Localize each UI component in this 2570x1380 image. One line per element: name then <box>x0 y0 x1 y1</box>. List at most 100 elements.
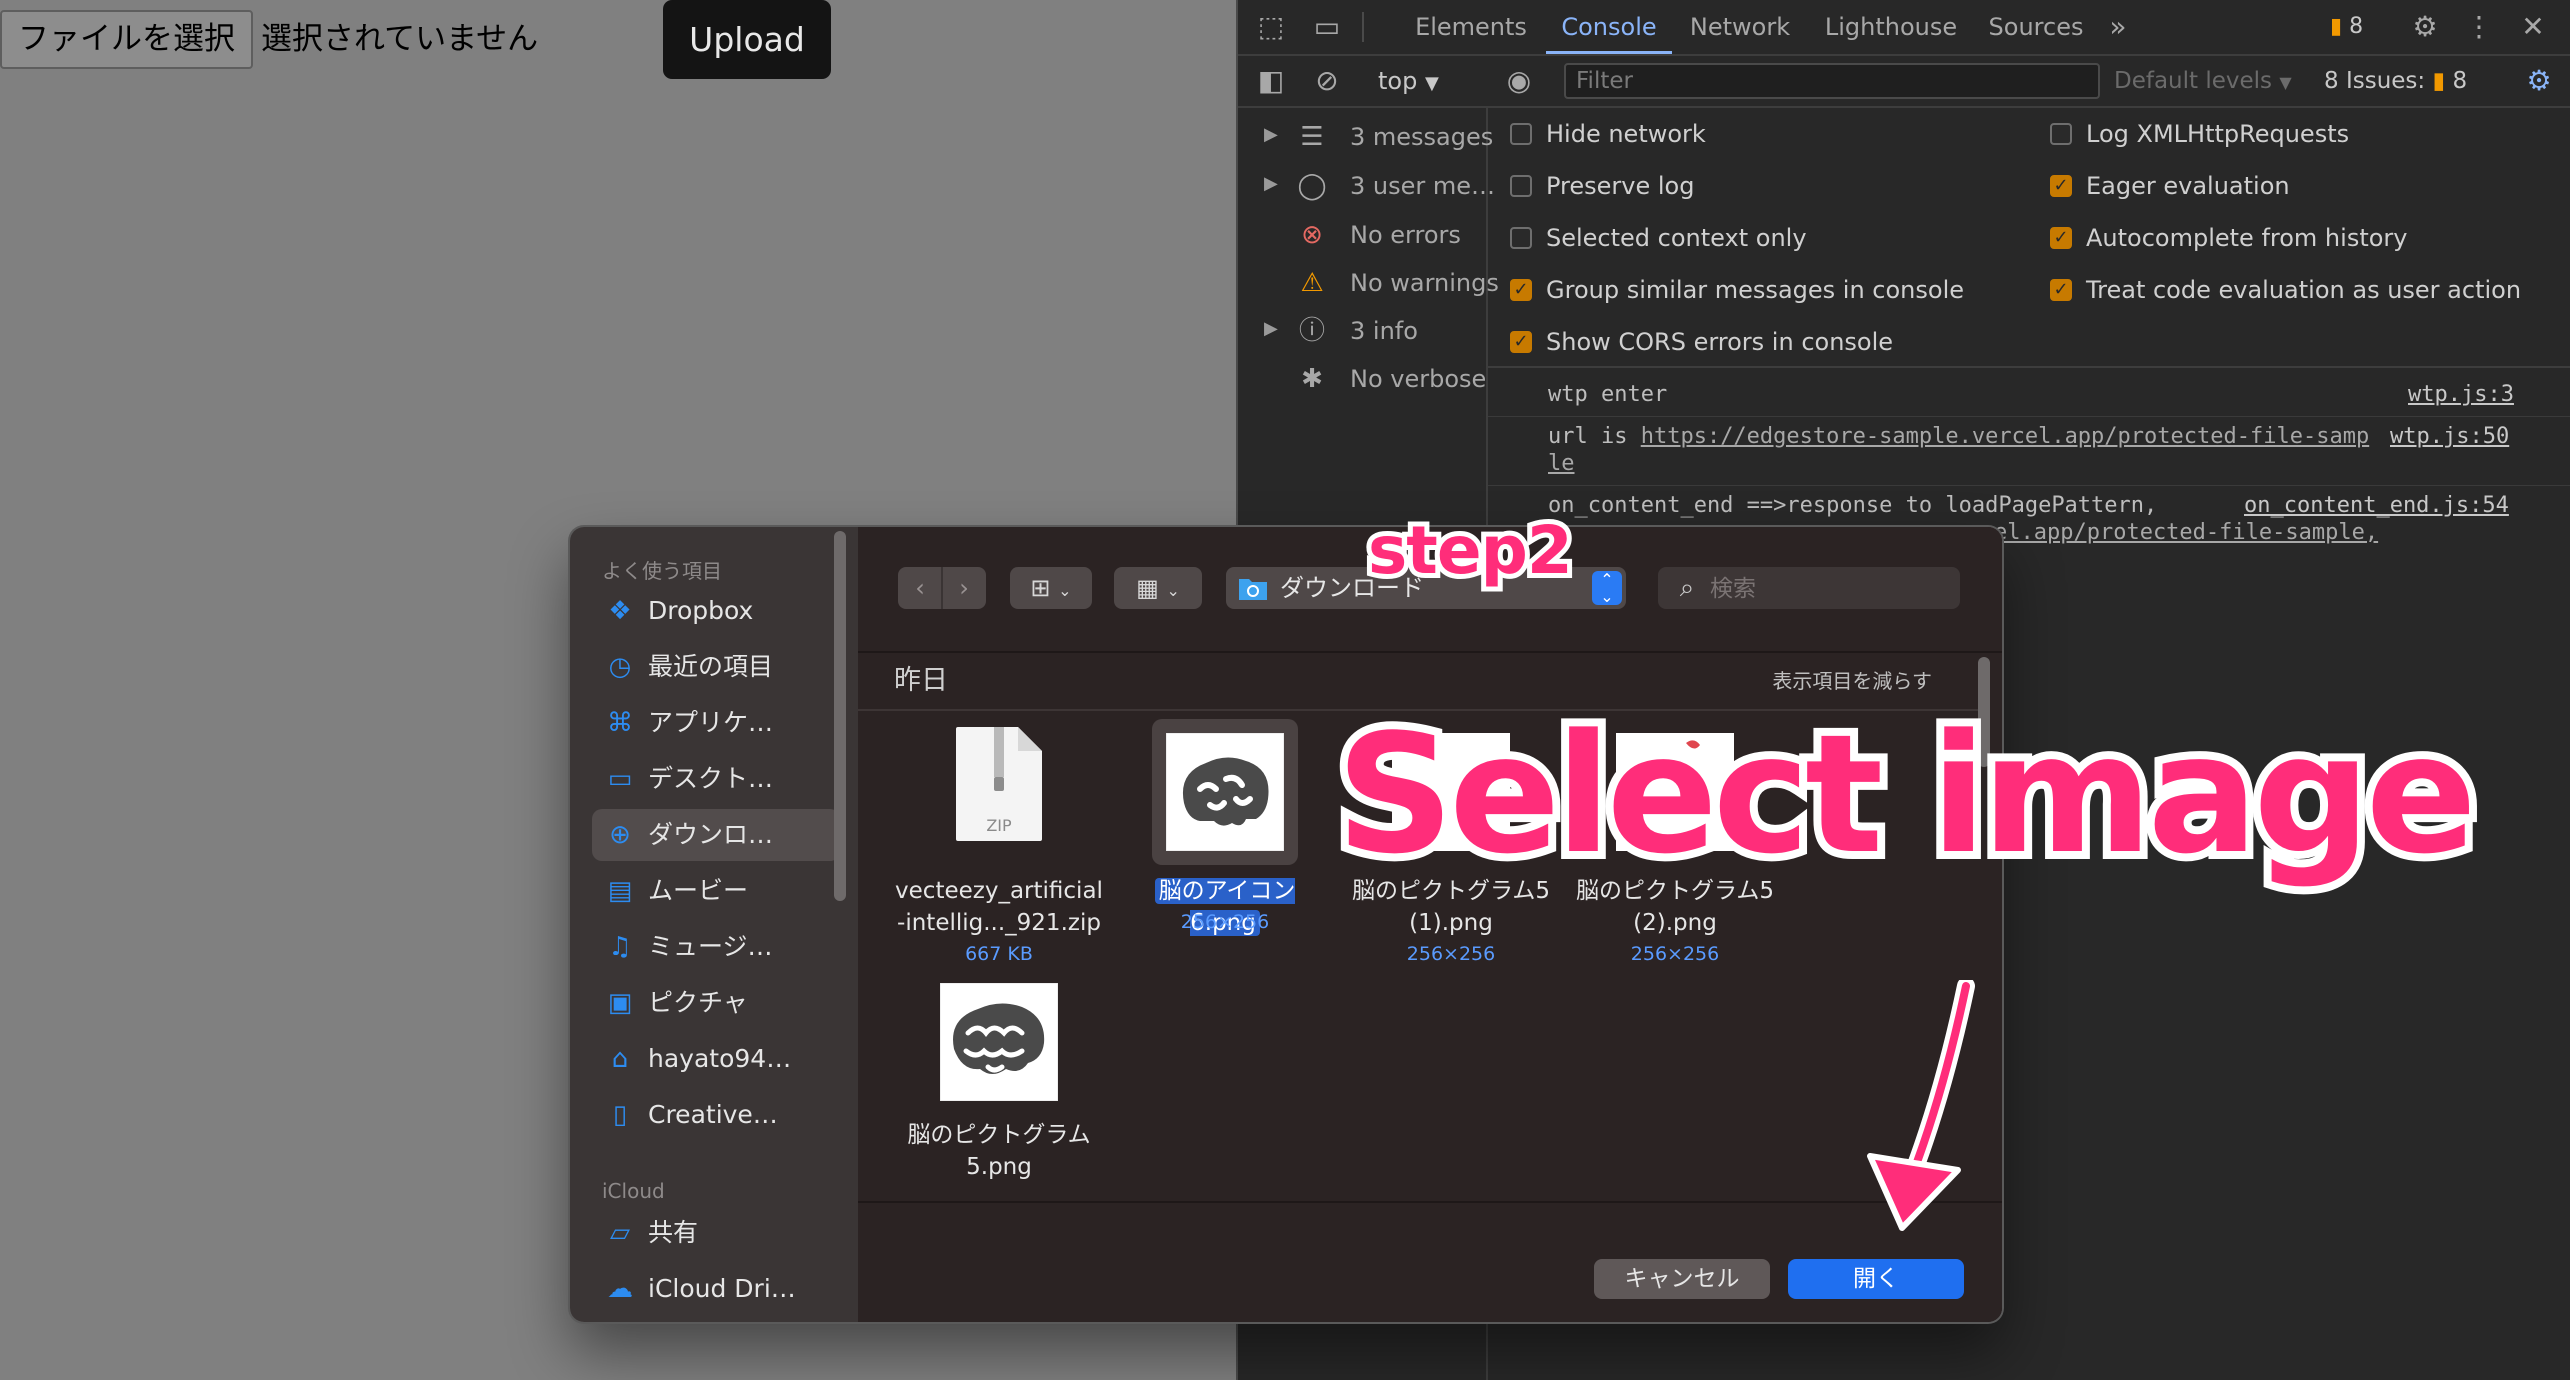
dialog-footer: キャンセル 開く <box>858 1201 2002 1322</box>
settings-gear-icon[interactable]: ⚙ <box>2406 8 2444 46</box>
back-forward-buttons[interactable]: ‹ › <box>898 567 986 609</box>
search-icon: ⌕ <box>1679 573 1695 603</box>
sidebar-item[interactable]: ⌘ アプリケ… <box>592 697 840 749</box>
console-url-link[interactable]: https://edgestore-sample.vercel.app/prot… <box>1641 424 2369 449</box>
file-item[interactable]: 脳のピクトグラム 5.png <box>894 983 1104 1193</box>
sidebar-item[interactable]: ▣ ピクチャ <box>592 977 840 1029</box>
console-filter-item[interactable]: ▶ ☰ 3 messages <box>1238 114 1493 160</box>
view-mode-button[interactable]: ⊞ ⌄ <box>1010 567 1092 609</box>
sidebar-toggle-icon[interactable]: ◧ <box>1252 62 1290 100</box>
unchecked-checkbox-icon[interactable] <box>1510 227 1532 249</box>
file-name: -intellig..._921.zip <box>897 910 1101 936</box>
issues-counter[interactable]: 8 Issues: ▮ 8 <box>2324 56 2467 106</box>
console-settings-gear-icon[interactable]: ⚙ <box>2520 62 2558 100</box>
unchecked-checkbox-icon[interactable] <box>2050 123 2072 145</box>
device-toolbar-icon[interactable]: ▭ <box>1308 8 1346 46</box>
console-filter-input[interactable] <box>1564 63 2100 99</box>
sidebar-item[interactable]: ⌂ hayato94… <box>592 1033 840 1085</box>
up-down-chevron-icon: ⌃ ⌄ <box>1592 571 1622 605</box>
sidebar-item[interactable]: ⊕ ダウンロ… <box>592 809 840 861</box>
console-filter-item[interactable]: ⚠ No warnings <box>1238 260 1499 306</box>
sidebar-item-label: 最近の項目 <box>648 652 774 681</box>
open-button[interactable]: 開く <box>1788 1259 1964 1299</box>
console-filter-item[interactable]: ▶ ⓘ 3 info <box>1238 308 1486 354</box>
tab-elements[interactable]: Elements <box>1396 0 1546 54</box>
arrow-annotation-icon <box>1867 980 1975 1231</box>
upload-button[interactable]: Upload <box>663 0 831 79</box>
file-item-selected[interactable]: 脳のアイコン6.png 256×256 <box>1120 719 1330 945</box>
unchecked-checkbox-icon[interactable] <box>1510 123 1532 145</box>
console-filter-item[interactable]: ▶ ◯ 3 user me… <box>1238 163 1495 209</box>
inspect-element-icon[interactable]: ⬚ <box>1252 8 1290 46</box>
tab-lighthouse[interactable]: Lighthouse <box>1808 0 1974 54</box>
file-item[interactable]: ZIP vecteezy_artificial -intellig..._921… <box>894 725 1104 965</box>
context-selector[interactable]: top ▼ <box>1378 56 1439 106</box>
sidebar-item[interactable]: ▱ 共有 <box>592 1207 840 1259</box>
sidebar-item[interactable]: ♫ ミュージ… <box>592 921 840 973</box>
checked-checkbox-icon[interactable]: ✓ <box>1510 331 1532 353</box>
expand-triangle-icon[interactable]: ▶ <box>1264 173 1278 194</box>
chevron-left-icon[interactable]: ‹ <box>899 567 941 609</box>
console-message-text: url is <box>1548 424 1641 449</box>
console-filter-item[interactable]: ⊗ No errors <box>1238 212 1486 258</box>
sidebar-item-label: ピクチャ <box>648 988 748 1017</box>
step-annotation: step2 <box>1363 507 1578 594</box>
console-source-link[interactable]: on_content_end.js:54 <box>2244 493 2509 518</box>
sidebar-item[interactable]: ▤ ムービー <box>592 865 840 917</box>
clear-console-icon[interactable]: ⊘ <box>1308 62 1346 100</box>
console-url-link[interactable]: el.app/protected-file-sample, <box>1994 520 2378 545</box>
cancel-button[interactable]: キャンセル <box>1594 1259 1770 1299</box>
console-source-link[interactable]: wtp.js:3 <box>2408 382 2514 407</box>
file-open-dialog: よく使う項目 ❖ Dropbox ◷ 最近の項目 ⌘ アプリケ… ▭ デスクト… ⊕ ダウンロ… ▤… <box>570 527 2002 1322</box>
file-name: 5.png <box>966 1154 1032 1180</box>
caret-down-icon: ▼ <box>1424 73 1439 94</box>
group-grid-icon: ▦ <box>1136 574 1159 602</box>
console-url-link[interactable]: le <box>1548 451 1575 476</box>
chevron-right-icon[interactable]: › <box>941 567 985 609</box>
selection-highlight <box>1152 719 1298 865</box>
flag-icon: ▮ <box>2432 68 2446 94</box>
more-tabs-icon[interactable]: » <box>2098 0 2138 54</box>
expand-triangle-icon[interactable]: ▶ <box>1264 318 1278 339</box>
checked-checkbox-icon[interactable]: ✓ <box>1510 279 1532 301</box>
checked-checkbox-icon[interactable]: ✓ <box>2050 227 2072 249</box>
console-filter-label: No errors <box>1350 221 1461 249</box>
tab-console[interactable]: Console <box>1546 0 1672 54</box>
sidebar-item[interactable]: ❖ Dropbox <box>592 585 840 637</box>
sidebar-item[interactable]: ◷ 最近の項目 <box>592 641 840 693</box>
shared-folder-icon: ▱ <box>610 1218 630 1248</box>
sidebar-item-label: iCloud Dri… <box>648 1274 796 1303</box>
issues-badge[interactable]: ▮ 8 <box>2330 0 2363 54</box>
log-levels-dropdown[interactable]: Default levels ▼ <box>2114 56 2292 106</box>
log-levels-label: Default levels <box>2114 68 2273 94</box>
checked-checkbox-icon[interactable]: ✓ <box>2050 175 2072 197</box>
tab-network[interactable]: Network <box>1672 0 1808 54</box>
issues-badge-count: 8 <box>2349 14 2364 39</box>
console-toolbar: ◧ ⊘ top ▼ ◉ Default levels ▼ 8 Issues: ▮… <box>1238 56 2570 108</box>
sidebar-scrollbar[interactable] <box>834 531 846 901</box>
kebab-menu-icon[interactable]: ⋮ <box>2460 8 2498 46</box>
console-filter-label: 3 messages <box>1350 123 1494 151</box>
console-source-link[interactable]: wtp.js:50 <box>2390 424 2509 449</box>
checked-checkbox-icon[interactable]: ✓ <box>2050 279 2072 301</box>
tab-sources[interactable]: Sources <box>1974 0 2098 54</box>
close-icon[interactable]: ✕ <box>2514 8 2552 46</box>
sidebar-item[interactable]: ▯ Creative… <box>592 1089 840 1141</box>
unchecked-checkbox-icon[interactable] <box>1510 175 1532 197</box>
dialog-sidebar: よく使う項目 ❖ Dropbox ◷ 最近の項目 ⌘ アプリケ… ▭ デスクト… ⊕ ダウンロ… ▤… <box>570 527 858 1322</box>
search-input[interactable] <box>1708 571 1952 607</box>
setting-label: Treat code evaluation as user action <box>2086 276 2522 304</box>
search-box[interactable]: ⌕ <box>1658 567 1960 609</box>
expand-triangle-icon[interactable]: ▶ <box>1264 124 1278 145</box>
choose-file-button[interactable]: ファイルを選択 <box>0 10 253 69</box>
setting-label: Autocomplete from history <box>2086 224 2408 252</box>
setting-label: Show CORS errors in console <box>1546 328 1894 356</box>
file-name: (2).png <box>1633 910 1717 936</box>
pictures-icon: ▣ <box>607 988 633 1018</box>
group-by-button[interactable]: ▦ ⌄ <box>1114 567 1202 609</box>
list-icon: ☰ <box>1300 122 1324 152</box>
eye-icon[interactable]: ◉ <box>1500 62 1538 100</box>
console-filter-item[interactable]: ✱ No verbose <box>1238 356 1486 402</box>
sidebar-item[interactable]: ☁ iCloud Dri… <box>592 1263 840 1315</box>
sidebar-item[interactable]: ▭ デスクト… <box>592 753 840 805</box>
